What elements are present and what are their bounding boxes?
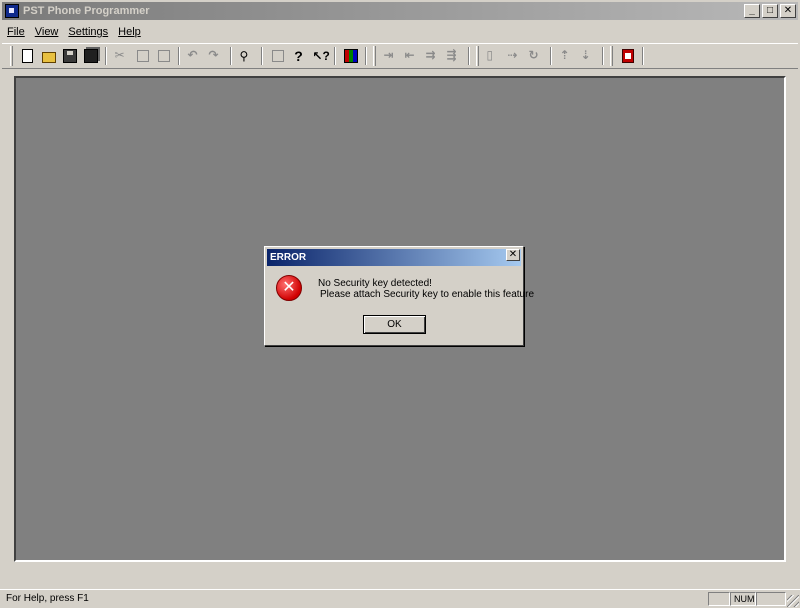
resize-grip[interactable] xyxy=(787,595,799,607)
copy-button[interactable] xyxy=(133,46,153,66)
menu-settings[interactable]: Settings xyxy=(63,26,113,38)
toolbar-separator xyxy=(468,47,470,65)
redo-icon: ↷ xyxy=(208,48,219,62)
paste-button[interactable] xyxy=(154,46,174,66)
status-pane-scroll xyxy=(756,592,786,606)
new-button[interactable] xyxy=(18,46,38,66)
clone-button[interactable]: ▯ xyxy=(484,46,504,66)
dialog-title-bar[interactable]: ERROR xyxy=(267,249,521,266)
menu-help-label: Help xyxy=(118,26,141,38)
report-icon xyxy=(621,49,634,63)
read-button[interactable]: ⇉ xyxy=(423,46,443,66)
receive-button[interactable]: ⇤ xyxy=(402,46,422,66)
refresh-button[interactable]: ↻ xyxy=(526,46,546,66)
open-folder-icon xyxy=(41,51,56,63)
send-icon: ⇥ xyxy=(383,48,394,62)
ok-button[interactable]: OK xyxy=(363,315,426,334)
status-pane-caps xyxy=(708,592,730,606)
toolbar-separator xyxy=(550,47,552,65)
error-message-line2: Please attach Security key to enable thi… xyxy=(320,289,535,300)
menu-file[interactable]: File xyxy=(2,26,30,38)
undo-button[interactable]: ↶ xyxy=(185,46,205,66)
cut-icon: ✂ xyxy=(114,48,125,62)
send-button[interactable]: ⇥ xyxy=(381,46,401,66)
menu-settings-label: Settings xyxy=(68,26,109,38)
toolbar-separator xyxy=(230,47,232,65)
find-icon: ⚲ xyxy=(239,49,249,63)
menu-view[interactable]: View xyxy=(30,26,64,38)
error-dialog: ERROR ✕ ✕ No Security key detected! Plea… xyxy=(264,246,534,346)
status-bar: For Help, press F1 NUM xyxy=(0,589,800,608)
toolbar-grip[interactable] xyxy=(10,46,13,66)
paste-icon xyxy=(157,50,170,62)
save-button[interactable] xyxy=(60,46,80,66)
app-icon[interactable] xyxy=(5,4,19,18)
write-button[interactable]: ⇶ xyxy=(444,46,464,66)
whats-this-button[interactable]: ↖? xyxy=(310,46,330,66)
save-all-button[interactable] xyxy=(81,46,101,66)
toolbar-grip[interactable] xyxy=(373,46,376,66)
refresh-icon: ↻ xyxy=(528,48,539,62)
menu-help[interactable]: Help xyxy=(113,26,146,38)
program-icon xyxy=(343,49,358,63)
print-icon xyxy=(271,50,284,62)
print-button[interactable] xyxy=(268,46,288,66)
toolbar-separator xyxy=(105,47,107,65)
upload-button[interactable]: ⇡ xyxy=(557,46,577,66)
redo-button[interactable]: ↷ xyxy=(206,46,226,66)
cut-button[interactable]: ✂ xyxy=(112,46,132,66)
error-message-line1: No Security key detected! xyxy=(318,278,432,289)
toolbar-separator xyxy=(365,47,367,65)
toolbar-separator xyxy=(261,47,263,65)
error-icon: ✕ xyxy=(276,275,302,301)
window-controls: _ □ ✕ xyxy=(742,4,796,18)
download-icon: ⇣ xyxy=(580,48,591,62)
receive-icon: ⇤ xyxy=(404,48,415,62)
toolbar-separator xyxy=(602,47,604,65)
clone-icon: ▯ xyxy=(486,48,494,62)
read-icon: ⇉ xyxy=(425,48,436,62)
toolbar-separator xyxy=(334,47,336,65)
title-bar[interactable]: PST Phone Programmer _ □ ✕ xyxy=(2,2,798,20)
toolbar: ✂ ↶ ↷ ⚲ ? ↖? ⇥ ⇤ ⇉ ⇶ ▯ ⇢ ↻ ⇡ ⇣ xyxy=(2,43,798,69)
menu-file-label: File xyxy=(7,26,25,38)
save-icon xyxy=(62,49,77,63)
copy-icon xyxy=(136,50,149,62)
toolbar-grip[interactable] xyxy=(476,46,479,66)
open-button[interactable] xyxy=(39,46,59,66)
menu-bar: File View Settings Help xyxy=(2,22,146,42)
find-button[interactable]: ⚲ xyxy=(237,46,257,66)
minimize-button[interactable]: _ xyxy=(744,4,760,18)
toolbar-separator xyxy=(178,47,180,65)
main-window: PST Phone Programmer _ □ ✕ File View Set… xyxy=(0,0,800,608)
report-button[interactable] xyxy=(618,46,638,66)
help-icon: ? xyxy=(294,48,303,64)
import-button[interactable]: ⇢ xyxy=(505,46,525,66)
program-button[interactable] xyxy=(341,46,361,66)
save-all-icon xyxy=(83,49,98,63)
import-icon: ⇢ xyxy=(507,48,518,62)
close-button[interactable]: ✕ xyxy=(780,4,796,18)
window-title: PST Phone Programmer xyxy=(23,5,150,17)
dialog-title: ERROR xyxy=(270,252,307,263)
write-icon: ⇶ xyxy=(446,48,457,62)
dialog-close-button[interactable]: ✕ xyxy=(506,249,520,261)
whats-this-icon: ↖? xyxy=(312,49,330,63)
undo-icon: ↶ xyxy=(187,48,198,62)
toolbar-separator xyxy=(642,47,644,65)
new-file-icon xyxy=(22,49,33,63)
help-button[interactable]: ? xyxy=(289,46,309,66)
status-pane-num: NUM xyxy=(730,592,756,606)
maximize-button[interactable]: □ xyxy=(762,4,778,18)
upload-icon: ⇡ xyxy=(559,48,570,62)
download-button[interactable]: ⇣ xyxy=(578,46,598,66)
status-help-text: For Help, press F1 xyxy=(6,593,89,604)
toolbar-grip[interactable] xyxy=(610,46,613,66)
menu-view-label: View xyxy=(34,26,59,38)
